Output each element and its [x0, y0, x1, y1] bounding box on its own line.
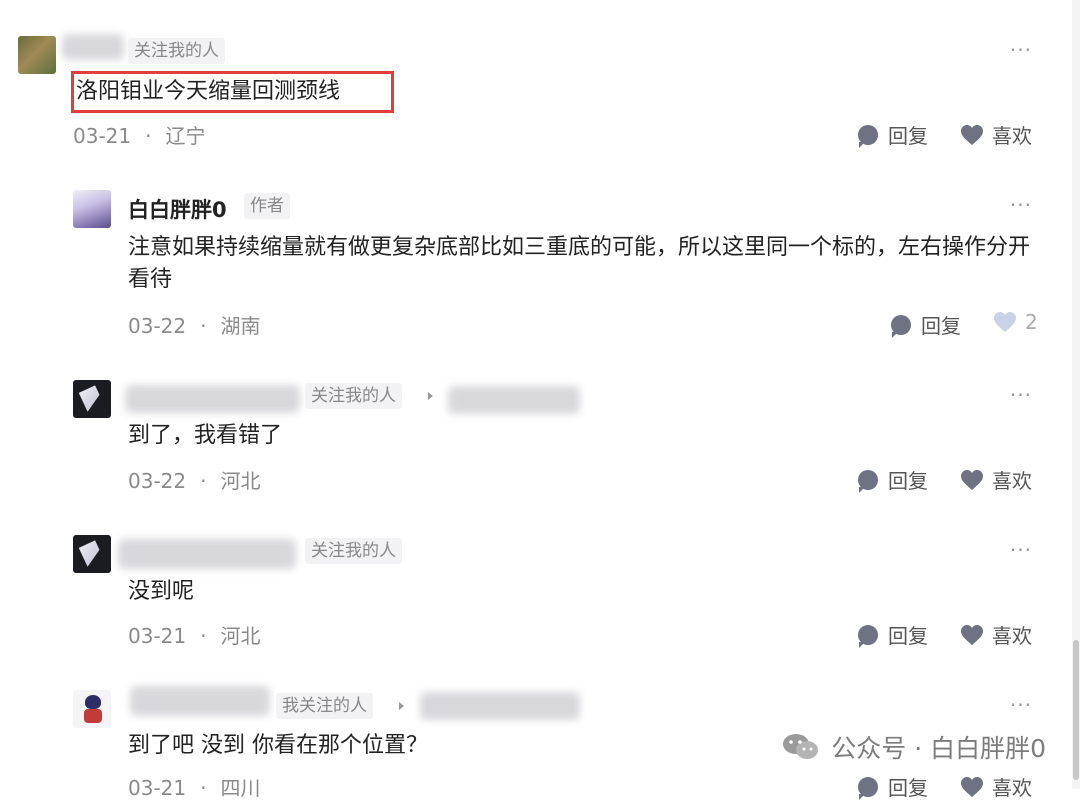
like-label: 喜欢 — [992, 624, 1032, 648]
reply-to-redacted — [420, 692, 580, 720]
comment-text: 到了吧 没到 你看在那个位置？ — [128, 733, 428, 758]
avatar[interactable] — [73, 690, 111, 728]
reply-button[interactable]: 回复 — [858, 620, 928, 649]
heart-icon — [960, 776, 984, 798]
like-label: 喜欢 — [992, 469, 1032, 493]
more-options-icon[interactable]: ··· — [1010, 38, 1032, 62]
heart-icon — [960, 624, 984, 646]
comment-meta: 03-22 · 湖南 — [128, 314, 261, 338]
reply-icon — [858, 776, 878, 800]
more-options-icon[interactable]: ··· — [1010, 693, 1032, 717]
like-button[interactable]: 喜欢 — [960, 120, 1032, 149]
user-tag: 我关注的人 — [276, 693, 373, 719]
like-label: 喜欢 — [992, 776, 1032, 800]
heart-icon — [960, 124, 984, 146]
reply-button[interactable]: 回复 — [858, 772, 928, 801]
reply-label: 回复 — [888, 124, 928, 148]
reply-label: 回复 — [888, 624, 928, 648]
comment-text: 注意如果持续缩量就有做更复杂底部比如三重底的可能，所以这里同一个标的，左右操作分… — [128, 235, 1031, 292]
like-label: 喜欢 — [992, 124, 1032, 148]
comment-date: 03-21 — [128, 624, 187, 648]
like-button[interactable]: 喜欢 — [960, 772, 1032, 801]
username-redacted — [130, 686, 270, 716]
like-count: 2 — [1025, 310, 1038, 334]
user-tag: 关注我的人 — [305, 383, 402, 409]
reply-icon — [858, 624, 878, 648]
user-tag: 关注我的人 — [305, 538, 402, 564]
like-button[interactable]: 喜欢 — [960, 465, 1032, 494]
author-name[interactable]: 白白胖胖0 — [128, 194, 227, 224]
user-tag: 关注我的人 — [128, 38, 225, 64]
avatar[interactable] — [18, 36, 56, 74]
avatar[interactable] — [73, 190, 111, 228]
avatar[interactable] — [73, 535, 111, 573]
reply-button[interactable]: 回复 — [858, 465, 928, 494]
like-button[interactable]: 喜欢 — [960, 620, 1032, 649]
comment-location: 河北 — [220, 469, 261, 493]
comment-date: 03-22 — [128, 469, 187, 493]
comment-text: 到了，我看错了 — [128, 423, 283, 448]
comment-meta: 03-21 · 辽宁 — [73, 124, 206, 148]
reply-icon — [858, 124, 878, 148]
author-tag: 作者 — [244, 193, 290, 219]
wechat-icon — [783, 734, 819, 759]
watermark: 公众号 · 白白胖胖0 — [781, 729, 1046, 765]
comment-location: 湖南 — [220, 314, 261, 338]
reply-icon — [858, 469, 878, 493]
comment-text: 没到呢 — [128, 579, 195, 604]
reply-button[interactable]: 回复 — [891, 310, 961, 339]
heart-icon — [993, 311, 1017, 333]
comment-meta: 03-22 · 河北 — [128, 469, 261, 493]
like-button[interactable]: 2 — [993, 310, 1038, 334]
username-redacted — [62, 34, 124, 60]
comment-location: 河北 — [220, 624, 261, 648]
reply-label: 回复 — [888, 776, 928, 800]
reply-button[interactable]: 回复 — [858, 120, 928, 149]
comment-date: 03-21 — [73, 124, 132, 148]
reply-to-redacted — [448, 386, 580, 414]
username-redacted — [125, 385, 300, 413]
highlight-box — [71, 71, 394, 113]
heart-icon — [960, 469, 984, 491]
more-options-icon[interactable]: ··· — [1010, 383, 1032, 407]
reply-arrow-icon — [399, 702, 404, 710]
username-redacted — [118, 539, 296, 569]
reply-label: 回复 — [888, 469, 928, 493]
comment-location: 辽宁 — [165, 124, 206, 148]
more-options-icon[interactable]: ··· — [1010, 538, 1032, 562]
reply-arrow-icon — [428, 392, 433, 400]
avatar[interactable] — [73, 380, 111, 418]
scrollbar-thumb[interactable] — [1073, 640, 1079, 780]
reply-icon — [891, 314, 911, 338]
comment-meta: 03-21 · 四川 — [128, 776, 261, 800]
reply-label: 回复 — [921, 314, 961, 338]
watermark-text: 公众号 · 白白胖胖0 — [831, 734, 1046, 763]
comment-location: 四川 — [220, 776, 261, 800]
comment-date: 03-22 — [128, 314, 187, 338]
more-options-icon[interactable]: ··· — [1010, 193, 1032, 217]
comment-date: 03-21 — [128, 776, 187, 800]
comment-meta: 03-21 · 河北 — [128, 624, 261, 648]
